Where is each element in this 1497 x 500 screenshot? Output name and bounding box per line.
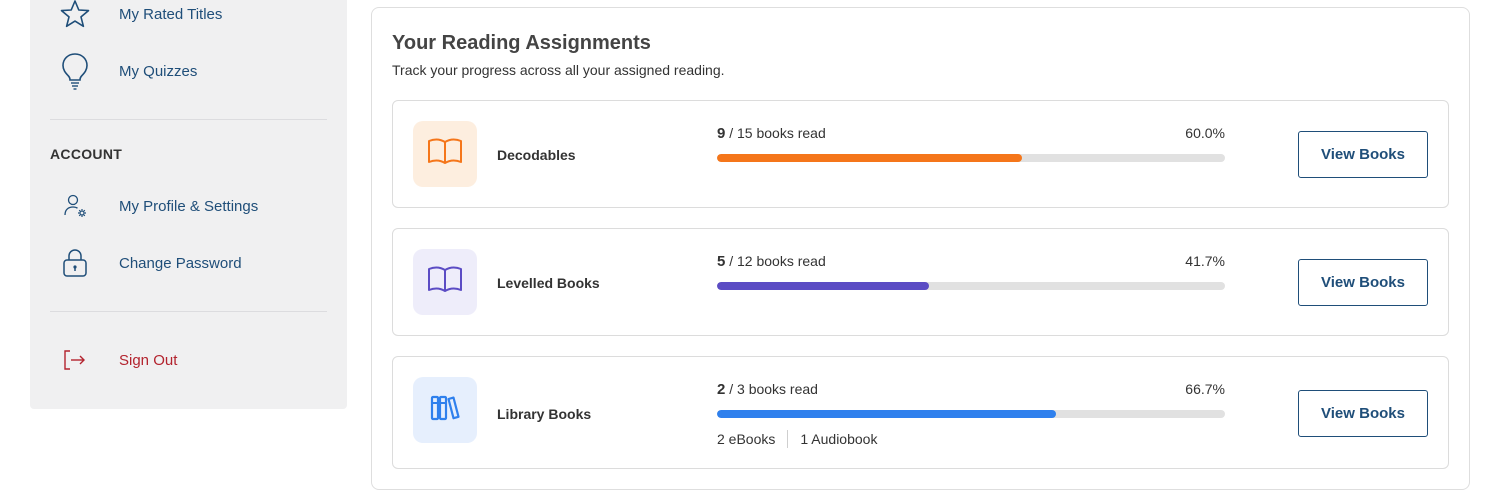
format-breakdown: 2 eBooks 1 Audiobook — [717, 430, 877, 448]
progress-percent: 60.0% — [1185, 125, 1225, 141]
books-shelf-icon — [430, 394, 460, 427]
progress-fill — [717, 154, 1022, 162]
progress-percent: 66.7% — [1185, 381, 1225, 397]
sidebar-item-rated-titles[interactable]: My Rated Titles — [50, 0, 327, 36]
page-subtitle: Track your progress across all your assi… — [392, 62, 725, 78]
card-icon-box — [413, 377, 477, 443]
sidebar-item-quizzes[interactable]: My Quizzes — [50, 49, 327, 93]
lock-icon — [50, 241, 100, 285]
open-book-icon-svg — [428, 138, 462, 164]
sidebar-item-change-password[interactable]: Change Password — [50, 241, 327, 285]
assignment-card-library-books: Library Books 2 / 3 books read 66.7% 2 e… — [392, 356, 1449, 469]
books-total-text: / 3 books read — [725, 381, 818, 397]
assignment-card-decodables: Decodables 9 / 15 books read 60.0% View … — [392, 100, 1449, 208]
sidebar: My Rated Titles My Quizzes ACCOUNT My Pr… — [30, 0, 347, 409]
open-book-icon — [427, 266, 463, 299]
books-total-text: / 12 books read — [725, 253, 826, 269]
open-book-icon — [427, 138, 463, 171]
sidebar-divider — [50, 311, 327, 312]
card-icon-box — [413, 249, 477, 315]
books-read-count: 9 / 15 books read — [717, 125, 826, 142]
view-books-button[interactable]: View Books — [1298, 259, 1428, 306]
card-icon-box — [413, 121, 477, 187]
sidebar-item-label: My Profile & Settings — [119, 197, 259, 215]
books-total-text: / 15 books read — [725, 125, 826, 141]
view-books-button[interactable]: View Books — [1298, 390, 1428, 437]
sidebar-item-sign-out[interactable]: Sign Out — [50, 338, 327, 382]
account-section-label: ACCOUNT — [50, 146, 123, 162]
sidebar-item-label: Change Password — [119, 254, 242, 272]
user-settings-icon — [50, 184, 100, 228]
sign-out-icon — [50, 338, 100, 382]
category-name: Levelled Books — [497, 275, 600, 291]
progress-fill — [717, 410, 1056, 418]
category-name: Decodables — [497, 147, 576, 163]
reading-assignments-panel: Your Reading Assignments Track your prog… — [371, 7, 1470, 490]
progress-fill — [717, 282, 929, 290]
category-name: Library Books — [497, 406, 592, 422]
sidebar-item-label: My Rated Titles — [119, 5, 223, 23]
sidebar-item-profile-settings[interactable]: My Profile & Settings — [50, 184, 327, 228]
progress-bar — [717, 282, 1225, 290]
books-read-count: 2 / 3 books read — [717, 381, 818, 398]
ebooks-count: 2 eBooks — [717, 431, 776, 447]
sidebar-divider — [50, 119, 327, 120]
progress-bar — [717, 410, 1225, 418]
books-read-count: 5 / 12 books read — [717, 253, 826, 270]
view-books-button[interactable]: View Books — [1298, 131, 1428, 178]
star-icon — [50, 0, 100, 36]
lightbulb-icon — [50, 49, 100, 93]
breakdown-divider — [787, 430, 789, 448]
audiobooks-count: 1 Audiobook — [800, 431, 878, 447]
page-title: Your Reading Assignments — [392, 32, 651, 54]
progress-bar — [717, 154, 1225, 162]
sidebar-item-label: Sign Out — [119, 351, 178, 369]
assignment-card-levelled-books: Levelled Books 5 / 12 books read 41.7% V… — [392, 228, 1449, 336]
sidebar-item-label: My Quizzes — [119, 62, 198, 80]
progress-percent: 41.7% — [1185, 253, 1225, 269]
